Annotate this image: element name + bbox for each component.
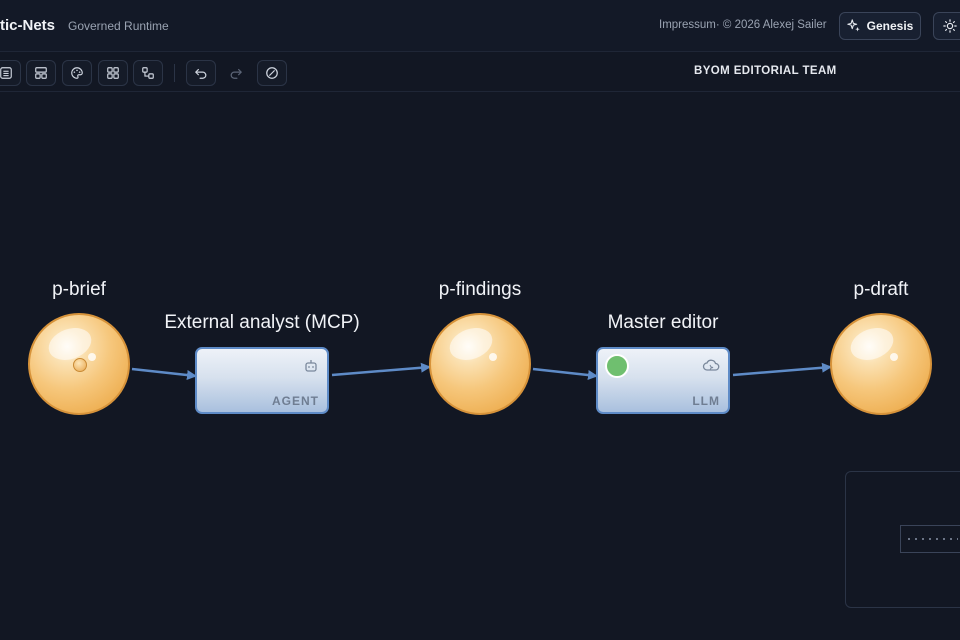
place-p-findings[interactable] xyxy=(429,313,531,415)
palette-button[interactable] xyxy=(62,60,92,86)
list-icon xyxy=(0,67,12,79)
undo-icon xyxy=(195,68,207,79)
grid-button[interactable] xyxy=(98,60,128,86)
nodes-button[interactable] xyxy=(133,60,163,86)
place-label: p-findings xyxy=(438,279,522,300)
layout-button[interactable] xyxy=(26,60,56,86)
arc-editor-to-draft xyxy=(732,362,832,377)
redo-button[interactable] xyxy=(221,60,251,86)
toolbar-separator xyxy=(174,64,175,82)
place-spark xyxy=(890,353,898,361)
transition-label: External analyst (MCP) xyxy=(164,312,360,333)
impressum-link[interactable]: Impressum· © 2026 Alexej Sailer xyxy=(659,19,827,31)
app-header: tic-Nets Governed Runtime Impressum· © 2… xyxy=(0,0,960,52)
minimap[interactable] xyxy=(845,471,960,608)
transition-external-analyst[interactable]: AGENT xyxy=(195,347,329,414)
transition-kind: AGENT xyxy=(272,394,319,408)
cloud-ai-icon xyxy=(702,359,720,371)
arc-findings-to-editor xyxy=(532,367,598,380)
enabled-indicator xyxy=(605,354,629,378)
place-label: p-brief xyxy=(52,279,106,300)
token xyxy=(73,358,87,372)
genesis-button[interactable]: Genesis xyxy=(839,12,921,40)
place-spark xyxy=(88,353,96,361)
grid-icon xyxy=(107,67,119,79)
place-label: p-draft xyxy=(853,279,909,300)
robot-icon xyxy=(305,360,317,372)
undo-button[interactable] xyxy=(186,60,216,86)
place-spark xyxy=(489,353,497,361)
transition-kind: LLM xyxy=(692,394,720,408)
minimap-nodes xyxy=(908,538,958,540)
app-subtitle: Governed Runtime xyxy=(68,19,169,33)
app-brand: tic-Nets xyxy=(0,17,56,34)
arc-analyst-to-findings xyxy=(331,362,431,377)
clear-icon xyxy=(266,67,278,79)
team-label: BYOM EDITORIAL TEAM xyxy=(694,65,837,77)
theme-toggle-button[interactable] xyxy=(933,12,960,40)
arc-brief-to-analyst xyxy=(131,367,197,380)
place-p-brief[interactable] xyxy=(28,313,130,415)
sun-icon xyxy=(943,19,957,33)
clear-button[interactable] xyxy=(257,60,287,86)
palette-icon xyxy=(71,67,83,79)
redo-icon xyxy=(230,68,242,79)
nodes-icon xyxy=(142,67,154,79)
list-button[interactable] xyxy=(0,60,21,86)
petri-net-canvas[interactable]: p-brief p-findings p-draft External anal… xyxy=(0,92,960,640)
sparkle-icon xyxy=(846,19,860,32)
transition-master-editor[interactable]: LLM xyxy=(596,347,730,414)
genesis-label: Genesis xyxy=(866,19,914,33)
layout-icon xyxy=(35,67,47,79)
place-p-draft[interactable] xyxy=(830,313,932,415)
transition-label: Master editor xyxy=(607,312,719,333)
